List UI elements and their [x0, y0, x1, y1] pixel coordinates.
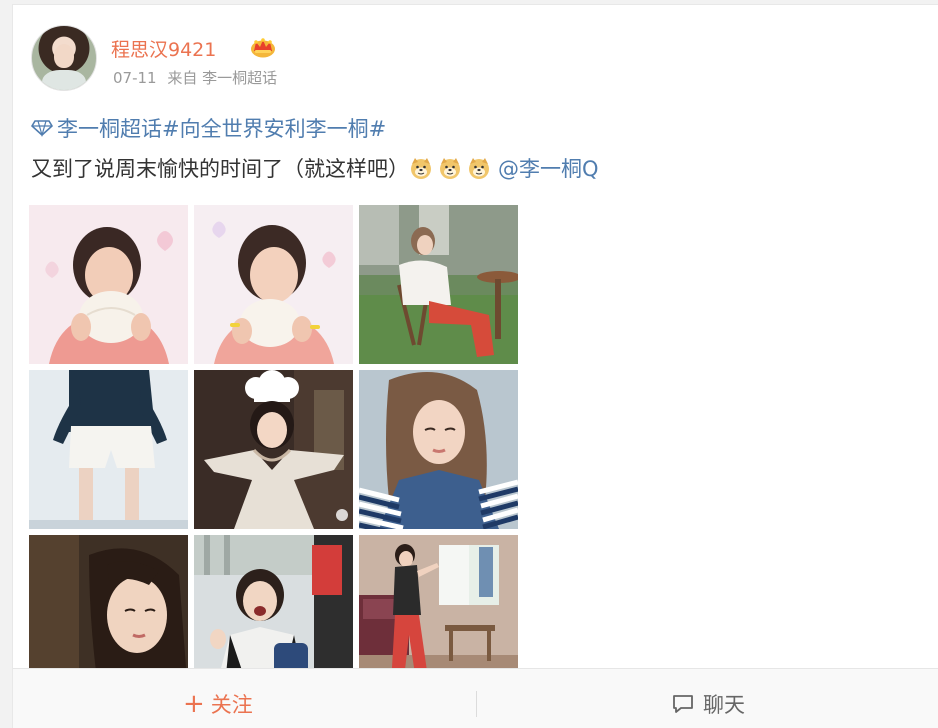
follow-label: 关注 — [210, 693, 253, 717]
doge-emoji — [440, 158, 460, 179]
chat-bubble-icon — [673, 695, 693, 713]
plus-icon: + — [183, 689, 205, 719]
post-text: 又到了说周末愉快的时间了（就这样吧） — [31, 157, 409, 181]
post-source[interactable]: 李一桐超话 — [202, 69, 277, 87]
photo-denim-striped[interactable] — [359, 370, 518, 529]
avatar-body — [42, 70, 86, 90]
post-text-line: 又到了说周末愉快的时间了（就这样吧） @李一桐Q — [31, 153, 599, 183]
avatar[interactable] — [31, 25, 97, 91]
photo-white-shorts[interactable] — [29, 370, 188, 529]
photo-bun-2[interactable] — [194, 205, 353, 364]
doge-emoji — [411, 158, 431, 179]
diamond-icon — [31, 120, 53, 137]
post-meta: 07-11 来自 李一桐超话 — [113, 67, 283, 88]
photo-costume-chef-hat[interactable] — [194, 370, 353, 529]
super-topic-link[interactable]: 李一桐超话 — [57, 113, 162, 143]
follow-button[interactable]: + 关注 — [183, 689, 253, 719]
mention-link[interactable]: @李一桐Q — [498, 153, 599, 183]
crown-icon — [251, 38, 275, 58]
avatar-face — [54, 44, 74, 68]
hashtag-link[interactable]: #向全世界安利李一桐# — [162, 113, 386, 143]
chat-button[interactable]: 聊天 — [671, 689, 745, 719]
post-time[interactable]: 07-11 — [113, 69, 157, 87]
topic-line: 李一桐超话 #向全世界安利李一桐# — [31, 113, 386, 143]
photo-garden-chair[interactable] — [359, 205, 518, 364]
weibo-post-card: 程思汉9421 07-11 来自 李一桐超话 李一桐超话 #向全世界安利李一桐#… — [12, 4, 938, 728]
action-divider — [476, 691, 477, 717]
action-bar: + 关注 聊天 — [13, 668, 938, 728]
photo-bun-1[interactable] — [29, 205, 188, 364]
source-prefix: 来自 — [167, 69, 198, 87]
chat-label: 聊天 — [703, 693, 745, 717]
author-name[interactable]: 程思汉9421 — [111, 35, 216, 62]
doge-emoji — [469, 158, 489, 179]
